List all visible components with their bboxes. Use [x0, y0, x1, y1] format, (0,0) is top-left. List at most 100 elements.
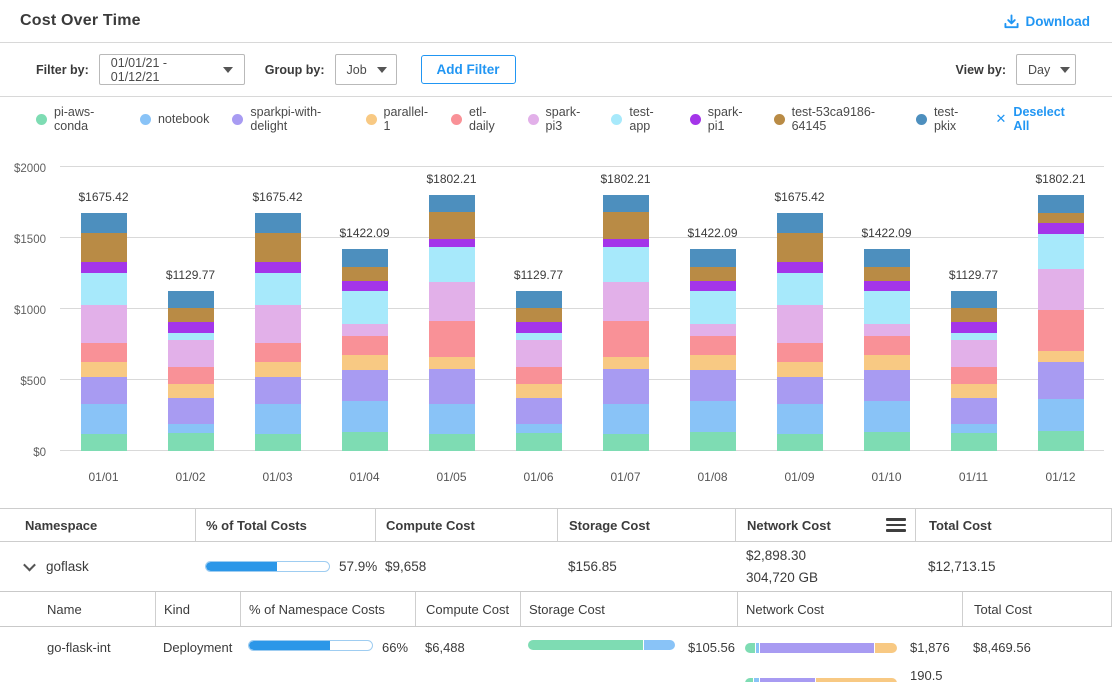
stacked-bar-01/12[interactable] [1038, 195, 1084, 451]
bar-segment-pi-aws-conda [690, 432, 736, 451]
legend-item[interactable]: parallel-1 [366, 105, 428, 133]
bar-segment-notebook [81, 404, 127, 433]
bar-segment-sparkpi-with-delight [255, 377, 301, 404]
bar-segment-spark-pi1 [777, 262, 823, 272]
storage-cost-inner-cell: $105.56 [520, 627, 737, 682]
stacked-bar-01/11[interactable] [951, 291, 997, 451]
bar-segment-etl-daily [951, 367, 997, 383]
col-storage-inner: Storage Cost [520, 592, 737, 626]
legend-item[interactable]: notebook [140, 112, 209, 126]
bar-segment-test-53ca9186-64145 [516, 308, 562, 322]
bar-segment-test-53ca9186-64145 [777, 233, 823, 263]
legend-item[interactable]: etl-daily [451, 105, 505, 133]
storage-cost-cell: $156.85 [557, 542, 735, 591]
bar-segment-test-app [864, 291, 910, 324]
y-axis-tick: $0 [0, 447, 46, 459]
minibar-segment [760, 643, 874, 653]
workload-name[interactable]: go-flask-int [0, 627, 155, 682]
bar-segment-test-app [603, 247, 649, 283]
bar-segment-sparkpi-with-delight [342, 370, 388, 401]
bar-slot: $1675.4201/09 [756, 167, 843, 451]
bar-segment-pi-aws-conda [342, 432, 388, 451]
legend-item[interactable]: spark-pi1 [690, 105, 751, 133]
stacked-bar-01/04[interactable] [342, 249, 388, 451]
bar-segment-etl-daily [777, 343, 823, 362]
bar-segment-etl-daily [516, 367, 562, 383]
stacked-bar-01/06[interactable] [516, 291, 562, 451]
chevron-down-icon[interactable] [23, 559, 36, 572]
bar-segment-spark-pi1 [429, 239, 475, 247]
x-axis-tick: 01/12 [1017, 470, 1104, 484]
view-by-select[interactable]: Day [1016, 54, 1076, 85]
date-range-select[interactable]: 01/01/21 - 01/12/21 [99, 54, 245, 85]
pct-total-progressbar [205, 561, 330, 572]
legend-item[interactable]: pi-aws-conda [36, 105, 117, 133]
legend-item[interactable]: test-53ca9186-64145 [774, 105, 893, 133]
bar-segment-test-pkix [429, 195, 475, 212]
card-header: Cost Over Time Download [0, 0, 1112, 43]
stacked-bar-01/02[interactable] [168, 291, 214, 451]
deselect-all-button[interactable]: ✕ Deselect All [996, 105, 1076, 133]
download-button[interactable]: Download [1004, 14, 1091, 29]
bar-segment-parallel-1 [603, 357, 649, 369]
group-by-label: Group by: [265, 63, 325, 77]
stacked-bar-01/09[interactable] [777, 213, 823, 451]
col-pct-total: % of Total Costs [195, 509, 375, 541]
bar-segment-parallel-1 [429, 357, 475, 369]
y-axis-tick: $500 [0, 376, 46, 388]
stacked-bar-01/03[interactable] [255, 213, 301, 451]
stacked-bar-01/10[interactable] [864, 249, 910, 451]
legend-swatch-icon [690, 114, 701, 125]
bar-segment-spark-pi3 [429, 282, 475, 320]
bar-segment-test-pkix [516, 291, 562, 308]
bar-segment-test-pkix [777, 213, 823, 233]
bar-segment-parallel-1 [168, 384, 214, 398]
total-cost-cell: $12,713.15 [915, 542, 1112, 591]
view-by-value: Day [1028, 63, 1050, 77]
col-network-label: Network Cost [747, 518, 831, 533]
legend-item[interactable]: test-app [611, 105, 666, 133]
namespace-name[interactable]: goflask [46, 559, 89, 574]
x-axis-tick: 01/04 [321, 470, 408, 484]
stacked-bar-01/01[interactable] [81, 213, 127, 451]
bar-segment-sparkpi-with-delight [690, 370, 736, 401]
bar-segment-parallel-1 [342, 355, 388, 370]
col-network: Network Cost [735, 509, 915, 541]
x-axis-tick: 01/07 [582, 470, 669, 484]
bar-segment-parallel-1 [255, 362, 301, 377]
bar-segment-pi-aws-conda [429, 434, 475, 451]
bar-segment-test-app [255, 273, 301, 306]
namespace-table-header: Namespace % of Total Costs Compute Cost … [0, 508, 1112, 542]
table-row-go-flask-int: go-flask-int Deployment 66% $6,488 $105.… [0, 627, 1112, 682]
x-axis-tick: 01/08 [669, 470, 756, 484]
bar-segment-test-pkix [342, 249, 388, 267]
bar-segment-spark-pi3 [690, 324, 736, 336]
deselect-all-label: Deselect All [1013, 105, 1076, 133]
pct-namespace-progressbar [248, 640, 373, 651]
pct-total-value: 57.9% [339, 559, 377, 574]
col-pct-namespace: % of Namespace Costs [240, 592, 415, 626]
bar-segment-parallel-1 [864, 355, 910, 370]
legend-item[interactable]: spark-pi3 [528, 105, 589, 133]
bar-segment-parallel-1 [690, 355, 736, 370]
bar-segment-spark-pi3 [81, 305, 127, 343]
legend-item[interactable]: test-pkix [916, 105, 973, 133]
group-by-select[interactable]: Job [335, 54, 397, 85]
bar-segment-test-53ca9186-64145 [81, 233, 127, 263]
stacked-bar-01/07[interactable] [603, 195, 649, 451]
add-filter-button[interactable]: Add Filter [421, 55, 516, 84]
pct-namespace-cell: 66% [240, 627, 415, 682]
bar-slot: $1129.7701/02 [147, 167, 234, 451]
stacked-bar-01/05[interactable] [429, 195, 475, 451]
stacked-bar-01/08[interactable] [690, 249, 736, 451]
bar-segment-test-pkix [951, 291, 997, 308]
x-axis-tick: 01/05 [408, 470, 495, 484]
legend-item[interactable]: sparkpi-with-delight [232, 105, 342, 133]
col-total: Total Cost [915, 509, 1112, 541]
bar-segment-spark-pi3 [342, 324, 388, 336]
bar-segment-sparkpi-with-delight [516, 398, 562, 424]
bar-segment-parallel-1 [951, 384, 997, 398]
bar-segment-notebook [429, 404, 475, 434]
column-menu-icon[interactable] [886, 518, 906, 532]
bar-segment-test-app [168, 333, 214, 340]
